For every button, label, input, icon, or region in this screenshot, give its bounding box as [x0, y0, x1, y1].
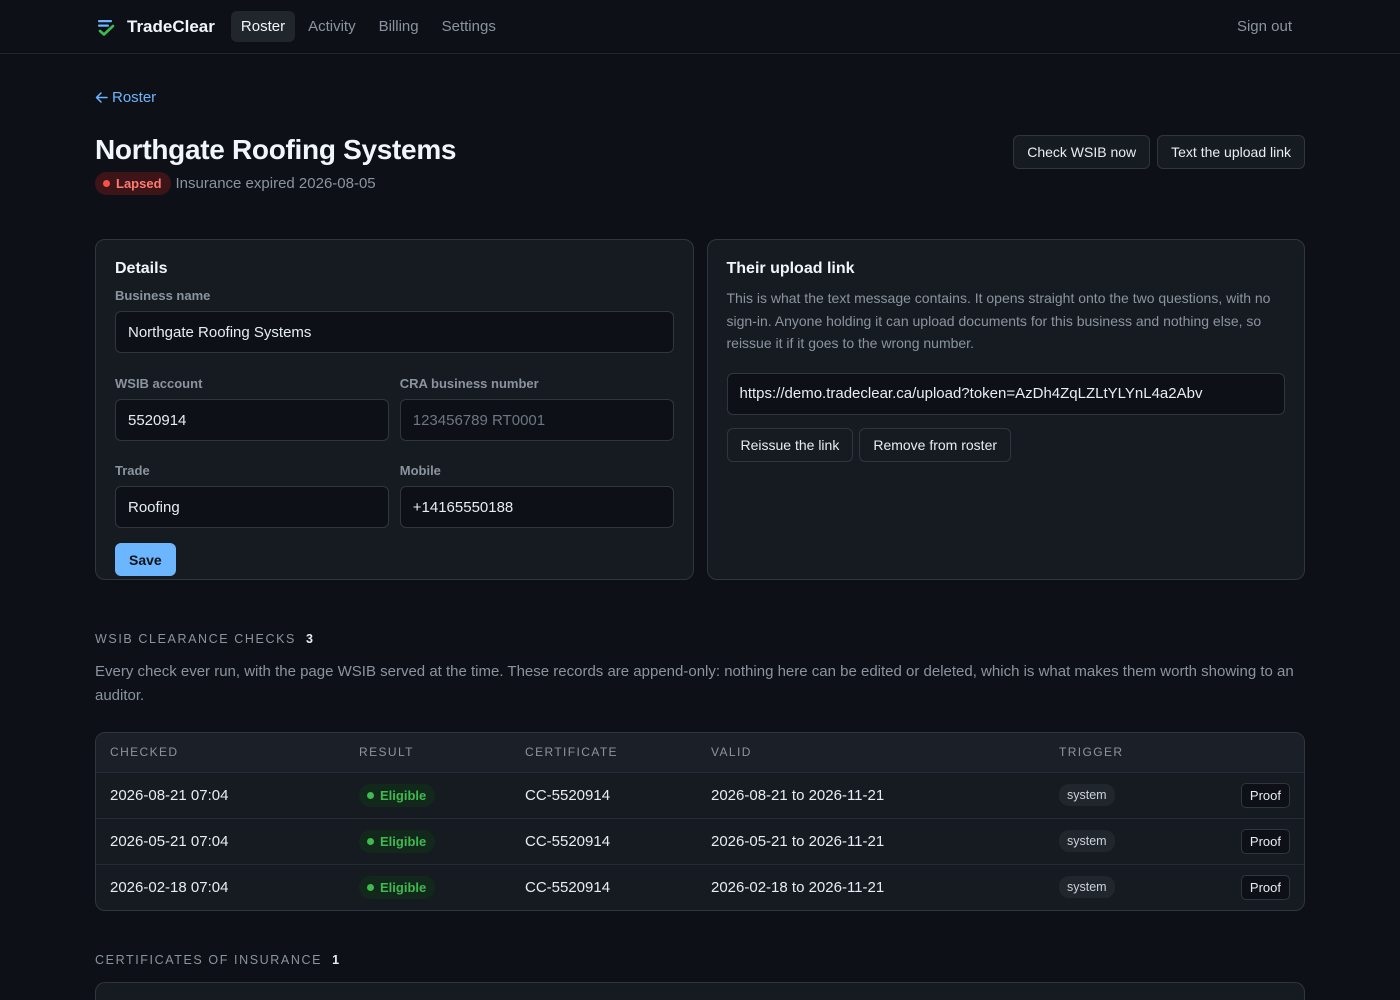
- checked-cell: 2026-08-21 07:04: [96, 771, 345, 818]
- trade-label: Trade: [115, 463, 150, 478]
- table-row: 2026-02-18 07:04 Eligible CC-5520914 202…: [96, 863, 1304, 910]
- action-cell: Proof: [1165, 863, 1304, 910]
- wsib-cra-row: WSIB account 5520914 CRA business number…: [115, 365, 674, 441]
- valid-cell: 2026-08-21 to 2026-11-21: [697, 771, 1045, 818]
- brand[interactable]: TradeClear: [95, 16, 215, 38]
- cards-row: Details Business name Northgate Roofing …: [95, 239, 1305, 580]
- column-header-valid: VALID: [711, 745, 752, 760]
- trigger-badge: system: [1059, 876, 1115, 899]
- valid-cell: 2026-05-21 to 2026-11-21: [697, 817, 1045, 864]
- trigger-cell: system: [1045, 771, 1165, 818]
- insurance-table: [95, 982, 1305, 1000]
- proof-button[interactable]: Proof: [1240, 828, 1290, 854]
- column-header-result: RESULT: [359, 745, 414, 760]
- eligible-dot-icon: [367, 837, 374, 845]
- trade-field[interactable]: Roofing: [115, 486, 389, 528]
- result-cell: Eligible: [345, 863, 511, 910]
- tradeclear-logo-icon: [98, 19, 115, 36]
- status-badge: Lapsed: [95, 172, 171, 195]
- table-row: 2026-08-21 07:04 Eligible CC-5520914 202…: [96, 771, 1304, 818]
- wsib-checks-description: Every check ever run, with the page WSIB…: [95, 663, 1294, 704]
- wsib-account-label: WSIB account: [115, 376, 203, 391]
- insurance-title: CERTIFICATES OF INSURANCE: [95, 953, 323, 967]
- checked-cell: 2026-05-21 07:04: [96, 817, 345, 864]
- nav-billing[interactable]: Billing: [369, 11, 429, 42]
- cra-number-label: CRA business number: [399, 376, 539, 391]
- remove-from-roster-button[interactable]: Remove from roster: [859, 427, 1012, 462]
- sign-out-link[interactable]: Sign out: [1237, 18, 1292, 35]
- details-title: Details: [115, 260, 168, 277]
- table-row: 2026-05-21 07:04 Eligible CC-5520914 202…: [96, 817, 1304, 864]
- proof-button[interactable]: Proof: [1240, 782, 1290, 808]
- proof-button[interactable]: Proof: [1240, 874, 1290, 900]
- wsib-checks-count: 3: [306, 632, 313, 646]
- eligible-dot-icon: [367, 883, 374, 891]
- valid-cell: 2026-02-18 to 2026-11-21: [697, 863, 1045, 910]
- upload-link-title: Their upload link: [726, 260, 855, 277]
- wsib-checks-heading: WSIB CLEARANCE CHECKS 3: [95, 632, 1305, 646]
- certificate-cell: CC-5520914: [511, 771, 697, 818]
- result-cell: Eligible: [345, 771, 511, 818]
- column-header-certificate: CERTIFICATE: [525, 745, 618, 760]
- upload-url-field[interactable]: https://demo.tradeclear.ca/upload?token=…: [726, 372, 1285, 415]
- trigger-cell: system: [1045, 863, 1165, 910]
- mobile-label: Mobile: [399, 463, 441, 478]
- eligible-badge: Eligible: [359, 875, 436, 899]
- result-cell: Eligible: [345, 817, 511, 864]
- nav-settings[interactable]: Settings: [432, 11, 506, 42]
- trade-mobile-row: Trade Roofing Mobile +14165550188: [115, 452, 674, 528]
- upload-link-description: This is what the text message contains. …: [726, 290, 1271, 351]
- upload-actions: Reissue the link Remove from roster: [726, 427, 1286, 462]
- page-title: Northgate Roofing Systems: [95, 134, 457, 165]
- eligible-badge: Eligible: [359, 783, 436, 807]
- reissue-link-button[interactable]: Reissue the link: [726, 427, 854, 462]
- save-button[interactable]: Save: [115, 543, 176, 576]
- arrow-left-icon: [95, 92, 108, 103]
- trigger-badge: system: [1059, 830, 1115, 852]
- business-name-label: Business name: [115, 288, 211, 303]
- column-header-actions: [1165, 733, 1304, 772]
- insurance-heading: CERTIFICATES OF INSURANCE 1: [95, 953, 1305, 967]
- page-header: Northgate Roofing Systems Lapsed Insuran…: [95, 134, 1305, 195]
- status-badge-label: Lapsed: [116, 176, 162, 191]
- top-nav: TradeClear Roster Activity Billing Setti…: [0, 0, 1400, 54]
- nav-activity[interactable]: Activity: [298, 11, 366, 42]
- nav-roster[interactable]: Roster: [230, 11, 296, 42]
- column-header-checked: CHECKED: [110, 745, 179, 760]
- business-name-field[interactable]: Northgate Roofing Systems: [115, 311, 674, 353]
- action-cell: Proof: [1165, 771, 1304, 818]
- mobile-field[interactable]: +14165550188: [399, 486, 674, 528]
- status-text: Insurance expired 2026-08-05: [175, 175, 376, 192]
- checked-cell: 2026-02-18 07:04: [96, 863, 345, 910]
- eligible-dot-icon: [367, 791, 374, 799]
- wsib-checks-title: WSIB CLEARANCE CHECKS: [95, 632, 296, 646]
- cra-number-field[interactable]: 123456789 RT0001: [399, 399, 674, 441]
- eligible-label: Eligible: [380, 787, 427, 803]
- main-content: Roster Northgate Roofing Systems Lapsed …: [0, 54, 1400, 1000]
- action-cell: Proof: [1165, 817, 1304, 864]
- header-actions: Check WSIB now Text the upload link: [1013, 135, 1305, 195]
- trigger-cell: system: [1045, 817, 1165, 864]
- wsib-checks-table: CHECKED RESULT CERTIFICATE VALID TRIGGER…: [95, 732, 1305, 911]
- trigger-badge: system: [1059, 784, 1115, 806]
- text-upload-link-button[interactable]: Text the upload link: [1157, 135, 1305, 169]
- status-line: Lapsed Insurance expired 2026-08-05: [95, 172, 456, 195]
- certificate-cell: CC-5520914: [511, 817, 697, 864]
- table-header-row: CHECKED RESULT CERTIFICATE VALID TRIGGER: [96, 733, 1304, 772]
- insurance-count: 1: [332, 953, 340, 967]
- status-dot-icon: [103, 180, 110, 187]
- back-to-roster-link[interactable]: Roster: [95, 89, 156, 106]
- wsib-account-field[interactable]: 5520914: [115, 399, 389, 441]
- check-wsib-button[interactable]: Check WSIB now: [1013, 135, 1151, 169]
- column-header-trigger: TRIGGER: [1059, 745, 1124, 760]
- details-card: Details Business name Northgate Roofing …: [95, 239, 694, 580]
- eligible-badge: Eligible: [359, 829, 436, 853]
- brand-name: TradeClear: [127, 16, 215, 36]
- back-link-label: Roster: [112, 89, 157, 106]
- upload-link-card: Their upload link This is what the text …: [706, 239, 1305, 580]
- eligible-label: Eligible: [380, 833, 427, 849]
- eligible-label: Eligible: [380, 879, 427, 895]
- certificate-cell: CC-5520914: [511, 863, 697, 910]
